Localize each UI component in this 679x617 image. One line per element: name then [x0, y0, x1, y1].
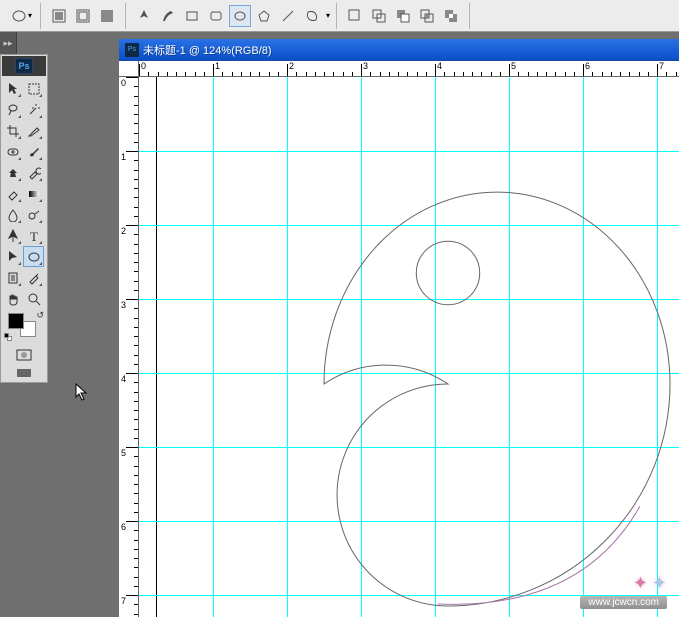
watermark-text: www.jcwcn.com: [580, 596, 667, 609]
watermark: ✦ ✦ www.jcwcn.com: [580, 573, 667, 609]
clone-stamp-tool[interactable]: [2, 162, 23, 183]
paths-mode[interactable]: [72, 5, 94, 27]
move-tool[interactable]: [2, 78, 23, 99]
artwork-path[interactable]: [139, 77, 679, 617]
ellipse-tool[interactable]: [23, 246, 44, 267]
watermark-star-icon: ✦: [652, 573, 667, 594]
shape-options-dropdown[interactable]: ▾: [326, 11, 330, 20]
path-selection-tool[interactable]: [2, 246, 23, 267]
pen-tool-icon[interactable]: [133, 5, 155, 27]
dodge-tool[interactable]: [23, 204, 44, 225]
lasso-tool[interactable]: [2, 99, 23, 120]
toolbox: Ps T ↺: [0, 54, 48, 383]
type-tool[interactable]: T: [23, 225, 44, 246]
canvas[interactable]: [139, 77, 679, 617]
zoom-tool[interactable]: [23, 288, 44, 309]
svg-text:T: T: [30, 229, 38, 243]
slice-tool[interactable]: [23, 120, 44, 141]
gradient-tool[interactable]: [23, 183, 44, 204]
ellipse-shape-icon[interactable]: [229, 5, 251, 27]
quick-mask-toggle[interactable]: [2, 345, 46, 365]
path-combine-exclude-icon[interactable]: [440, 5, 462, 27]
custom-shape-icon[interactable]: [301, 5, 323, 27]
rectangle-shape-icon[interactable]: [181, 5, 203, 27]
line-shape-icon[interactable]: [277, 5, 299, 27]
ps-logo-text: Ps: [18, 61, 29, 71]
tool-preset-picker[interactable]: ▾: [11, 5, 33, 27]
horizontal-ruler[interactable]: 01234567: [139, 61, 679, 77]
marquee-tool[interactable]: [23, 78, 44, 99]
history-brush-tool[interactable]: [23, 162, 44, 183]
options-bar: ▾: [0, 0, 679, 32]
healing-brush-tool[interactable]: [2, 141, 23, 162]
crop-tool[interactable]: [2, 120, 23, 141]
path-combine-add-icon[interactable]: [368, 5, 390, 27]
notes-tool[interactable]: [2, 267, 23, 288]
brush-tool[interactable]: [23, 141, 44, 162]
eyedropper-tool[interactable]: [23, 267, 44, 288]
document-window: Ps 未标题-1 @ 124%(RGB/8) 01234567 01234567: [119, 39, 679, 617]
rounded-rectangle-icon[interactable]: [205, 5, 227, 27]
magic-wand-tool[interactable]: [23, 99, 44, 120]
foreground-color-swatch[interactable]: [8, 313, 24, 329]
path-combine-subtract-icon[interactable]: [392, 5, 414, 27]
watermark-star-icon: ✦: [633, 573, 648, 594]
swap-colors-icon[interactable]: ↺: [36, 310, 44, 321]
document-title: 未标题-1 @ 124%(RGB/8): [143, 42, 272, 58]
fill-pixels-mode[interactable]: [96, 5, 118, 27]
shape-layers-mode[interactable]: [48, 5, 70, 27]
hand-tool[interactable]: [2, 288, 23, 309]
ps-logo[interactable]: Ps: [2, 56, 46, 76]
color-swatches[interactable]: ↺: [2, 309, 46, 345]
default-colors-icon[interactable]: [4, 333, 14, 343]
eraser-tool[interactable]: [2, 183, 23, 204]
freeform-pen-icon[interactable]: [157, 5, 179, 27]
vertical-ruler[interactable]: 01234567: [119, 77, 139, 617]
document-title-bar[interactable]: Ps 未标题-1 @ 124%(RGB/8): [119, 39, 679, 61]
screen-mode-toggle[interactable]: [2, 365, 46, 381]
path-combine-new-icon[interactable]: [344, 5, 366, 27]
expand-icon: ▸▸: [3, 38, 12, 49]
blur-tool[interactable]: [2, 204, 23, 225]
panel-collapse-handle[interactable]: ▸▸: [0, 32, 17, 54]
ruler-origin[interactable]: [119, 61, 139, 77]
polygon-shape-icon[interactable]: [253, 5, 275, 27]
pen-tool[interactable]: [2, 225, 23, 246]
path-combine-intersect-icon[interactable]: [416, 5, 438, 27]
document-icon: Ps: [125, 43, 139, 57]
